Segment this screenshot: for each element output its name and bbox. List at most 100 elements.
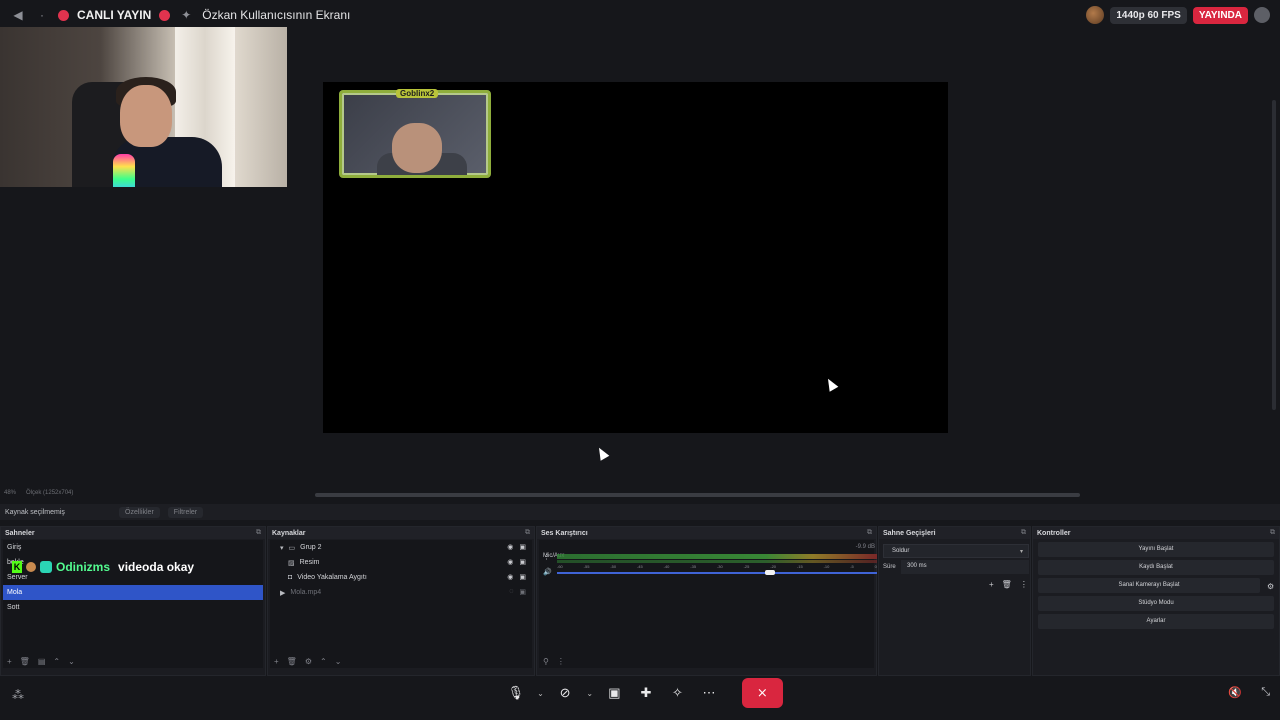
studio-mode-button[interactable]: Stüdyo Modu — [1038, 596, 1274, 611]
soundboard-icon[interactable]: ✧ — [665, 680, 691, 706]
link-icon[interactable]: ⚲ — [543, 657, 549, 666]
source-toolbar: Kaynak seçilmemiş Özellikler Filtreler — [0, 504, 1280, 520]
fullscreen-exit-icon[interactable]: ⤡ — [1261, 686, 1270, 699]
volume-meter — [557, 554, 877, 559]
trash-icon[interactable]: 🗑 — [20, 657, 30, 666]
move-up-icon[interactable]: ⌃ — [320, 657, 327, 666]
no-source-label: Kaynak seçilmemiş — [5, 508, 65, 516]
dock-float-icon[interactable]: ⧉ — [525, 529, 530, 537]
source-item[interactable]: ◘ Video Yakalama Aygıtı ◉ ▣ — [270, 570, 532, 585]
image-icon: ▨ — [288, 559, 295, 567]
microphone-icon[interactable]: 🎙 — [503, 680, 529, 706]
camera-frame-source[interactable]: Goblinx2 — [339, 89, 491, 178]
dock-float-icon[interactable]: ⧉ — [256, 529, 261, 537]
add-icon[interactable]: + — [7, 657, 12, 666]
eye-icon[interactable]: ◉ — [507, 573, 513, 581]
webcam-person-head — [120, 85, 172, 147]
transitions-title: Sahne Geçişleri — [883, 529, 936, 537]
scene-item[interactable]: Giriş — [3, 540, 263, 555]
webcam-feed — [0, 27, 287, 187]
more-icon[interactable]: ⋮ — [543, 553, 550, 561]
volume-meter-secondary — [557, 560, 877, 563]
more-icon[interactable]: ⋮ — [557, 657, 565, 666]
start-record-button[interactable]: Kaydı Başlat — [1038, 560, 1274, 575]
trash-icon[interactable]: 🗑 — [1002, 580, 1012, 589]
activity-icon[interactable]: ⁂ — [12, 688, 24, 702]
source-label: Mola.mp4 — [290, 589, 322, 596]
move-up-icon[interactable]: ⌃ — [53, 657, 60, 666]
trash-icon[interactable]: 🗑 — [287, 657, 297, 666]
end-call-button[interactable]: ⨯ — [741, 678, 783, 708]
mixer-title: Ses Karıştırıcı — [541, 529, 588, 537]
eye-icon[interactable]: ◉ — [507, 558, 513, 566]
scene-item[interactable]: Sott — [3, 600, 263, 615]
volume-slider[interactable] — [557, 572, 877, 574]
chat-overlay: K Odinizms videoda okay — [12, 560, 194, 574]
screen-share-icon[interactable]: ▣ — [602, 680, 628, 706]
scenes-title: Sahneler — [5, 529, 35, 537]
kick-logo: K — [12, 561, 22, 573]
source-item[interactable]: ▶ Mola.mp4 ◌ ▣ — [270, 585, 532, 600]
lock-icon[interactable]: ▣ — [519, 588, 526, 596]
speaker-icon[interactable]: 🔊 — [543, 568, 552, 576]
back-icon[interactable]: ◀ — [10, 7, 26, 23]
eye-hidden-icon[interactable]: ◌ — [509, 588, 513, 596]
move-down-icon[interactable]: ⌄ — [68, 657, 75, 666]
chevron-down-icon[interactable]: ⌄ — [535, 680, 547, 706]
dock-float-icon[interactable]: ⧉ — [867, 529, 872, 537]
viewer-avatar[interactable] — [1086, 6, 1105, 24]
record-dot-icon — [159, 9, 171, 21]
start-virtualcam-button[interactable]: Sanal Kamerayı Başlat — [1038, 578, 1260, 593]
expand-icon[interactable]: ▾ — [280, 544, 284, 552]
eye-icon[interactable]: ◉ — [507, 543, 513, 551]
move-down-icon[interactable]: ⌄ — [335, 657, 342, 666]
badge-icon — [26, 562, 36, 572]
more-icon[interactable]: ⋮ — [1020, 580, 1028, 589]
live-dot-icon — [58, 9, 69, 21]
obs-preview-canvas[interactable]: Goblinx2 — [323, 82, 948, 433]
source-item[interactable]: ▨ Resim ◉ ▣ — [270, 555, 532, 570]
folder-icon: ▭ — [288, 544, 296, 552]
more-options-icon[interactable]: ⋯ — [696, 680, 722, 706]
chat-message: videoda okay — [118, 560, 195, 574]
source-label: Video Yakalama Aygıtı — [297, 574, 367, 581]
gear-icon[interactable]: ⚙ — [305, 657, 312, 666]
vertical-scrollbar[interactable] — [1272, 100, 1276, 410]
lock-icon[interactable]: ▣ — [519, 558, 526, 566]
dock-float-icon[interactable]: ⧉ — [1270, 529, 1275, 537]
lock-icon[interactable]: ▣ — [519, 573, 526, 581]
start-stream-button[interactable]: Yayını Başlat — [1038, 542, 1274, 557]
transition-select[interactable]: Soldur ▾ — [883, 544, 1029, 558]
lock-icon[interactable]: ▣ — [519, 543, 526, 551]
gear-icon[interactable]: ⚙ — [1267, 582, 1274, 591]
properties-button[interactable]: Özellikler — [119, 506, 160, 518]
screen-share-window: ◀ · CANLI YAYIN ✦ Özkan Kullanıcısının E… — [0, 0, 1280, 720]
source-item[interactable]: ▾ ▭ Grup 2 ◉ ▣ — [270, 540, 532, 555]
user-avatar-icon: ✦ — [181, 8, 192, 22]
add-icon[interactable]: + — [274, 657, 279, 666]
scale-size[interactable]: Ölçek (1252x704) — [26, 490, 73, 496]
chevron-down-icon[interactable]: ⌄ — [584, 680, 596, 706]
settings-button[interactable]: Ayarlar — [1038, 614, 1274, 629]
duration-label: Süre — [883, 564, 896, 570]
subscriber-icon — [40, 561, 52, 573]
duration-input[interactable]: 300 ms — [901, 560, 1029, 574]
activities-icon[interactable]: ✚ — [633, 680, 659, 706]
scene-item-selected[interactable]: Mola — [3, 585, 263, 600]
dock-float-icon[interactable]: ⧉ — [1021, 529, 1026, 537]
camera-off-icon[interactable]: ⊘ — [552, 680, 578, 706]
horizontal-scrollbar[interactable] — [315, 493, 1080, 497]
zoom-level[interactable]: 48% — [4, 490, 16, 496]
controls-dock: Kontroller ⧉ Yayını Başlat Kaydı Başlat S… — [1032, 526, 1280, 676]
chevron-down-icon: ▾ — [1019, 549, 1023, 555]
volume-slider-handle[interactable] — [765, 570, 775, 575]
filter-icon[interactable]: ▤ — [38, 657, 46, 666]
chat-icon[interactable] — [1254, 7, 1270, 23]
filters-button[interactable]: Filtreler — [167, 506, 204, 518]
source-label: Grup 2 — [300, 544, 322, 551]
add-icon[interactable]: + — [989, 580, 994, 589]
top-bar: ◀ · CANLI YAYIN ✦ Özkan Kullanıcısının E… — [0, 0, 1280, 30]
chat-username: Odinizms — [56, 560, 111, 574]
mute-speaker-icon[interactable]: 🔇 — [1228, 686, 1242, 699]
scene-transitions-dock: Sahne Geçişleri ⧉ Soldur ▾ Süre 300 ms + 🗑… — [878, 526, 1031, 676]
